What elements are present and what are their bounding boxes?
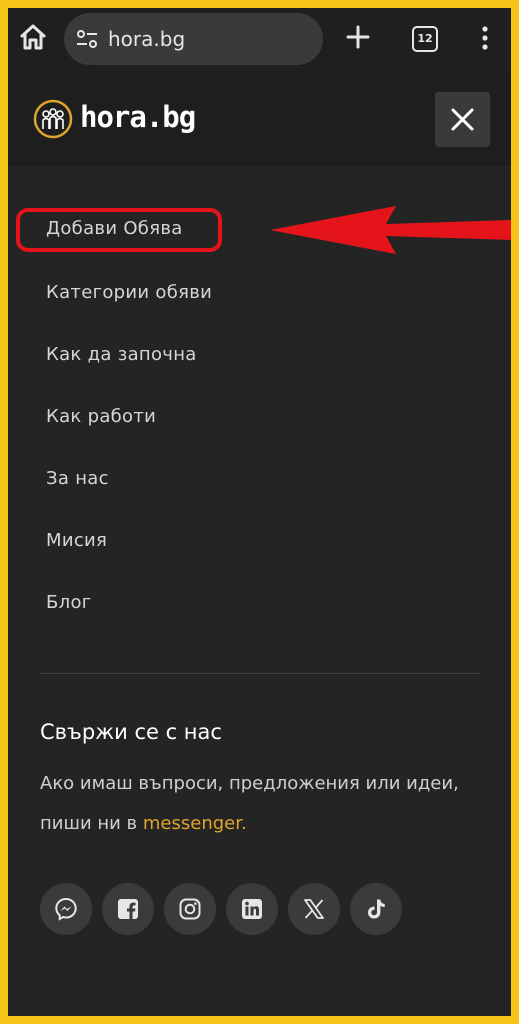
more-options-icon[interactable] <box>482 26 488 50</box>
new-tab-icon[interactable] <box>346 25 370 49</box>
nav-item-blog[interactable]: Блог <box>46 592 92 613</box>
messenger-button[interactable] <box>40 883 92 935</box>
divider <box>40 673 480 674</box>
site-header: hora.bg <box>8 73 511 166</box>
tab-switcher-button[interactable]: 12 <box>412 26 438 52</box>
logo-people-icon[interactable] <box>33 99 73 139</box>
nav-item-categories[interactable]: Категории обяви <box>46 282 212 303</box>
home-icon[interactable] <box>18 22 48 52</box>
contact-text: Ако имаш въпроси, предложения или идеи, … <box>40 764 480 844</box>
url-text: hora.bg <box>108 27 186 51</box>
contact-title: Свържи се с нас <box>40 720 222 744</box>
annotation-arrow-icon <box>270 206 511 254</box>
nav-item-how-to-start[interactable]: Как да започна <box>46 344 197 365</box>
messenger-link[interactable]: messenger. <box>143 813 247 834</box>
linkedin-button[interactable] <box>226 883 278 935</box>
linkedin-icon <box>242 899 262 919</box>
site-settings-icon[interactable] <box>76 29 98 49</box>
close-icon <box>451 108 474 131</box>
x-icon <box>304 899 324 919</box>
contact-description: Ако имаш въпроси, предложения или идеи, … <box>40 773 459 834</box>
facebook-icon <box>118 899 138 919</box>
instagram-button[interactable] <box>164 883 216 935</box>
nav-item-about[interactable]: За нас <box>46 468 109 489</box>
nav-item-how-it-works[interactable]: Как работи <box>46 406 156 427</box>
messenger-icon <box>55 897 77 921</box>
tiktok-icon <box>368 899 385 919</box>
facebook-button[interactable] <box>102 883 154 935</box>
phone-screen: hora.bg 12 hora.bg Добави Обява Категори… <box>8 8 511 1016</box>
x-button[interactable] <box>288 883 340 935</box>
nav-item-mission[interactable]: Мисия <box>46 530 107 551</box>
annotation-highlight-box <box>16 208 222 252</box>
close-menu-button[interactable] <box>435 92 490 147</box>
browser-toolbar: hora.bg 12 <box>8 8 511 74</box>
tiktok-button[interactable] <box>350 883 402 935</box>
address-bar[interactable]: hora.bg <box>64 13 323 65</box>
instagram-icon <box>179 898 201 920</box>
logo-text[interactable]: hora.bg <box>80 100 196 134</box>
